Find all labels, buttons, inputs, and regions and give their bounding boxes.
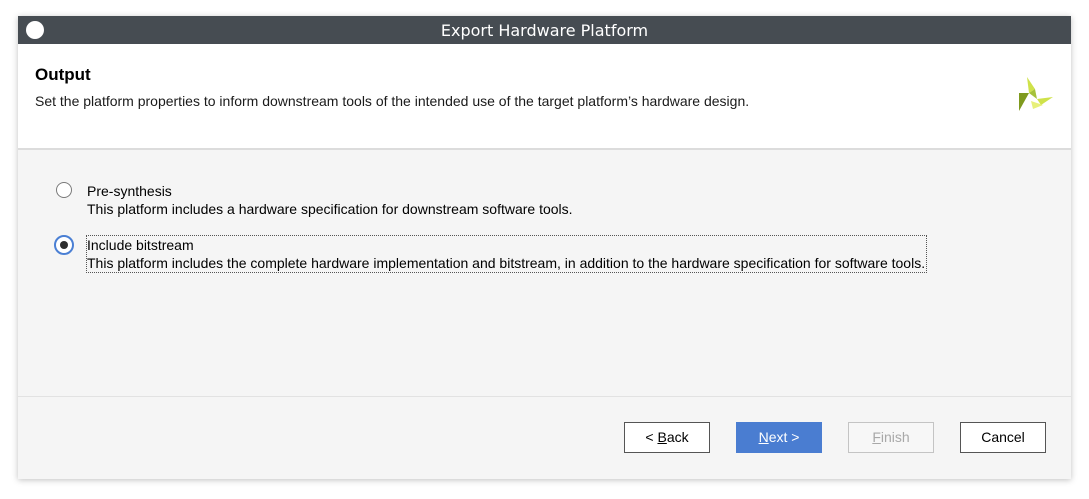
- footer-divider: [18, 396, 1071, 397]
- pre-synthesis-label: Pre-synthesis: [87, 183, 172, 199]
- back-prefix: <: [645, 429, 658, 445]
- window-title: Export Hardware Platform: [440, 21, 649, 40]
- page-description: Set the platform properties to inform do…: [35, 93, 750, 109]
- pre-synthesis-description: This platform includes a hardware specif…: [87, 201, 573, 217]
- include-bitstream-text: Include bitstream This platform includes…: [85, 235, 928, 273]
- finish-rest: inish: [880, 429, 910, 445]
- include-bitstream-radio[interactable]: [54, 235, 74, 255]
- next-rest: ext >: [768, 429, 800, 445]
- next-mnemonic: N: [758, 429, 769, 445]
- back-mnemonic: B: [657, 429, 667, 445]
- include-bitstream-label: Include bitstream: [87, 237, 194, 253]
- xilinx-logo-icon: [1019, 77, 1053, 111]
- wizard-header: Output Set the platform properties to in…: [18, 44, 1071, 150]
- next-button[interactable]: Next >: [736, 422, 822, 453]
- title-bar[interactable]: Export Hardware Platform: [18, 16, 1071, 44]
- cancel-button[interactable]: Cancel: [960, 422, 1046, 453]
- back-button[interactable]: < Back: [624, 422, 710, 453]
- output-options: Pre-synthesis This platform includes a h…: [18, 150, 1071, 396]
- back-rest: ack: [666, 429, 689, 445]
- export-hardware-platform-dialog: Export Hardware Platform Output Set the …: [18, 16, 1071, 479]
- pre-synthesis-text: Pre-synthesis This platform includes a h…: [87, 182, 573, 218]
- include-bitstream-description: This platform includes the complete hard…: [87, 255, 926, 271]
- finish-mnemonic: F: [872, 429, 881, 445]
- pre-synthesis-radio[interactable]: [56, 182, 72, 198]
- finish-button[interactable]: Finish: [848, 422, 934, 453]
- page-title: Output: [35, 65, 91, 84]
- window-menu-icon[interactable]: [26, 21, 44, 39]
